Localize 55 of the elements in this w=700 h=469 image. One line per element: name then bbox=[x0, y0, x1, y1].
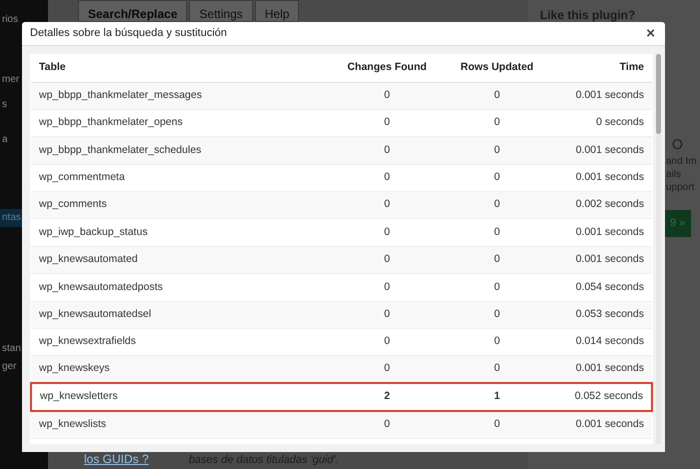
table-cell: 0 bbox=[442, 218, 552, 246]
table-cell: wp_knewsautomated bbox=[31, 246, 332, 274]
tab[interactable]: Search/Replace bbox=[78, 0, 188, 22]
close-button[interactable]: × bbox=[644, 26, 657, 41]
table-cell: 0 bbox=[332, 82, 442, 110]
sidebar-item[interactable]: s bbox=[0, 96, 9, 114]
table-cell: 0 bbox=[332, 246, 442, 274]
table-cell: wp_knewsautomatedsel bbox=[31, 301, 332, 329]
table-cell: wp_knewsletters bbox=[31, 383, 332, 411]
table-cell: 0 bbox=[442, 136, 552, 164]
table-cell: 0.001 seconds bbox=[552, 82, 652, 110]
table-cell: 0 bbox=[442, 410, 552, 438]
sidebar-item[interactable]: stan bbox=[0, 340, 23, 358]
table-cell: 0.001 seconds bbox=[552, 356, 652, 384]
table-cell: 0 bbox=[442, 246, 552, 274]
table-cell: wp_knewskeys bbox=[31, 356, 332, 384]
table-cell: 0 bbox=[332, 301, 442, 329]
table-cell: 0 bbox=[332, 356, 442, 384]
table-cell: wp_bbpp_thankmelater_messages bbox=[31, 82, 332, 110]
scrollbar[interactable] bbox=[656, 54, 661, 444]
table-cell: wp_knewslists bbox=[31, 410, 332, 438]
table-cell: 0 bbox=[442, 356, 552, 384]
table-cell: 0 bbox=[332, 136, 442, 164]
table-cell: wp_knewsautomatedposts bbox=[31, 274, 332, 302]
help-link[interactable]: los GUIDs ? bbox=[84, 450, 149, 468]
sidebar-item[interactable]: mer bbox=[0, 71, 22, 89]
table-cell: 0.052 seconds bbox=[552, 383, 652, 411]
table-cell: 0.001 seconds bbox=[552, 410, 652, 438]
table-cell: 0 bbox=[442, 192, 552, 219]
table-cell: 0.001 seconds bbox=[552, 136, 652, 164]
table-cell: 0 bbox=[332, 218, 442, 246]
column-header: Changes Found bbox=[332, 54, 442, 82]
table-cell: wp_iwp_backup_status bbox=[31, 218, 332, 246]
table-cell: 0 bbox=[332, 410, 442, 438]
table-cell: 0 bbox=[332, 274, 442, 302]
column-header: Rows Updated bbox=[442, 54, 552, 82]
table-cell: 0.053 seconds bbox=[552, 301, 652, 329]
dialog-title: Detalles sobre la búsqueda y sustitución bbox=[30, 26, 227, 42]
sidebar-item[interactable]: rios bbox=[0, 11, 20, 29]
table-cell: wp_comments bbox=[31, 192, 332, 219]
sidebar-item[interactable]: a bbox=[0, 131, 10, 149]
table-cell: 0.002 seconds bbox=[552, 192, 652, 219]
table-cell: 0.001 seconds bbox=[552, 218, 652, 246]
table-cell: 0 bbox=[442, 301, 552, 329]
column-header: Table bbox=[31, 54, 332, 82]
tab[interactable]: Settings bbox=[189, 0, 253, 22]
table-cell: 0 bbox=[442, 82, 552, 110]
sidebar-item[interactable]: ger bbox=[0, 358, 18, 376]
table-cell: 0 bbox=[332, 192, 442, 219]
table-cell: wp_bbpp_thankmelater_schedules bbox=[31, 136, 332, 164]
table-cell: 0.054 seconds bbox=[552, 274, 652, 302]
table-cell: 0.001 seconds bbox=[552, 246, 652, 274]
column-header: Time bbox=[552, 54, 652, 82]
tab[interactable]: Help bbox=[254, 0, 300, 22]
table-cell: 0 bbox=[442, 274, 552, 302]
